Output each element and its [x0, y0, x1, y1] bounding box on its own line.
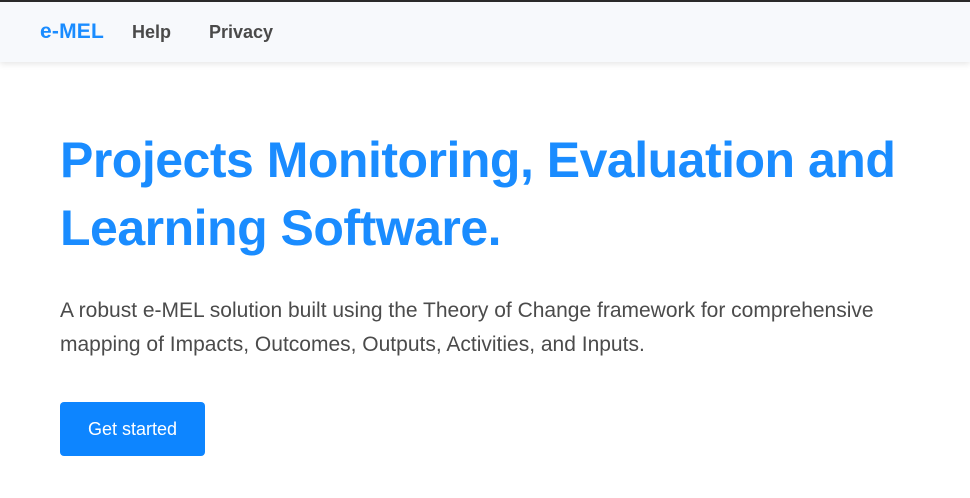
hero-section: Projects Monitoring, Evaluation and Lear…: [60, 126, 940, 456]
hero-title: Projects Monitoring, Evaluation and Lear…: [60, 132, 896, 256]
nav-link-privacy[interactable]: Privacy: [209, 22, 273, 43]
hero-description: A robust e-MEL solution built using the …: [60, 299, 874, 356]
top-navbar: e-MEL Help Privacy: [0, 2, 970, 62]
nav-link-help[interactable]: Help: [132, 22, 171, 43]
brand-logo-link[interactable]: e-MEL: [40, 20, 104, 44]
get-started-button[interactable]: Get started: [60, 402, 205, 456]
